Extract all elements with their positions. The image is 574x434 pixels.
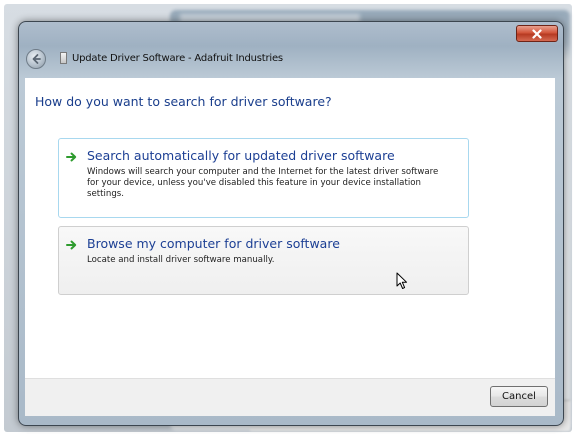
green-arrow-icon [66, 152, 77, 162]
search-automatically-title: Search automatically for updated driver … [87, 148, 395, 163]
driver-app-icon [60, 52, 67, 64]
dialog-footer [25, 378, 555, 416]
green-arrow-icon [66, 240, 77, 250]
browse-computer-title: Browse my computer for driver software [87, 236, 340, 251]
title-bar[interactable] [18, 21, 562, 81]
close-button[interactable] [516, 25, 558, 42]
page-heading: How do you want to search for driver sof… [35, 94, 332, 109]
description-line: Windows will search your computer and th… [87, 167, 439, 177]
screen: Update Driver Software - Adafruit Indust… [0, 0, 574, 434]
back-button[interactable] [26, 49, 46, 69]
browse-computer-description: Locate and install driver software manua… [87, 255, 467, 266]
description-line: for your device, unless you've disabled … [87, 178, 421, 188]
mouse-pointer-icon [396, 272, 407, 289]
cancel-button[interactable]: Cancel [490, 386, 548, 407]
close-icon [532, 28, 542, 39]
description-line: settings. [87, 189, 125, 199]
search-automatically-description: Windows will search your computer and th… [87, 167, 467, 200]
back-arrow-icon [32, 54, 41, 64]
window-title: Update Driver Software - Adafruit Indust… [72, 53, 283, 64]
description-line: Locate and install driver software manua… [87, 255, 275, 265]
search-automatically-option[interactable]: Search automatically for updated driver … [58, 138, 469, 218]
